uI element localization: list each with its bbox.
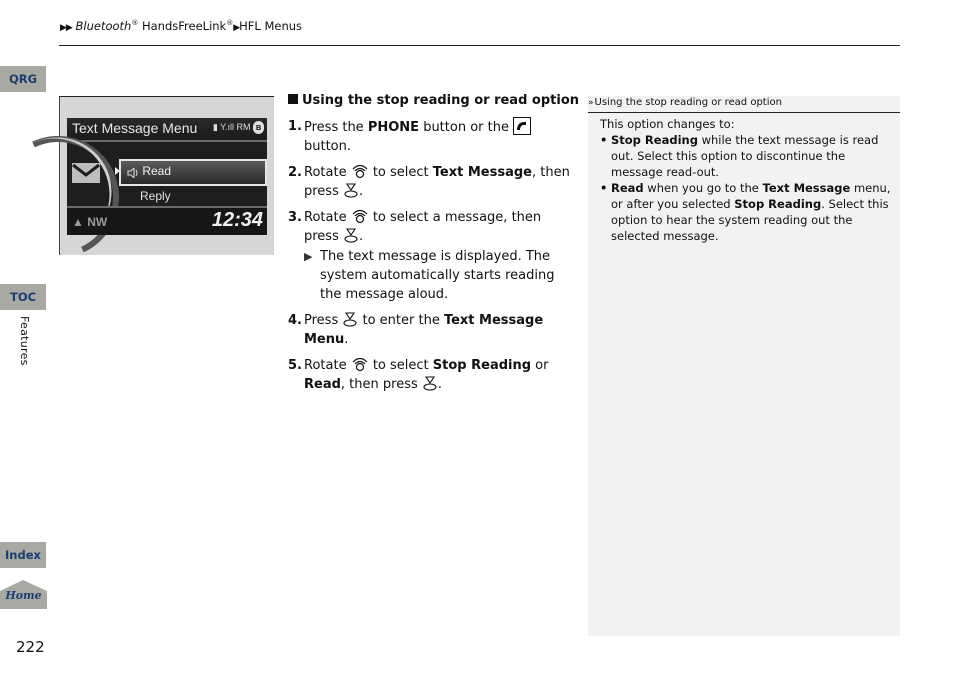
phone-icon (513, 117, 532, 135)
note-bullet-read: • Read when you go to the Text Message m… (600, 180, 894, 244)
rotate-knob-icon (352, 209, 368, 224)
notes-panel: » Using the stop reading or read option T… (588, 96, 900, 636)
breadcrumb: ▶▶ Bluetooth® HandsFreeLink®▶HFL Menus (60, 19, 302, 33)
notes-header-text: Using the stop reading or read option (594, 97, 782, 108)
display-screen: Text Message Menu ▮ Y.ıll RM ʙ Read Repl… (0, 115, 267, 276)
menu-item-read: Read (115, 159, 267, 186)
step-text: to select (368, 165, 433, 180)
result-text: The text message is displayed. The syste… (320, 249, 555, 302)
menu-name: Text Message (762, 181, 851, 195)
step-text: Rotate (304, 165, 351, 180)
rotate-knob-icon (352, 357, 368, 372)
press-knob-icon (344, 228, 358, 243)
notes-header: » Using the stop reading or read option (588, 96, 900, 113)
option-name: Stop Reading (611, 133, 698, 147)
bullet-icon: • (600, 133, 608, 147)
notes-body: This option changes to: • Stop Reading w… (600, 116, 894, 244)
screen-title: Text Message Menu (72, 120, 198, 136)
step-result: ▶ The text message is displayed. The sys… (304, 247, 578, 304)
compass-heading: ▲ NW (72, 215, 108, 229)
section-label: Features (18, 316, 31, 366)
status-icons: ▮ Y.ıll RM ʙ (213, 121, 264, 134)
breadcrumb-arrows: ▶▶ (60, 23, 73, 33)
clock: 12:34 (211, 209, 263, 231)
header-divider (59, 45, 900, 46)
menu-name: Text Message (432, 165, 532, 180)
press-knob-icon (343, 312, 357, 327)
step-text: . (437, 377, 443, 392)
step-text: . (359, 184, 364, 199)
speaker-icon (127, 168, 138, 178)
qrg-tab[interactable]: QRG (0, 66, 46, 92)
index-tab[interactable]: Index (0, 542, 46, 568)
toc-tab[interactable]: TOC (0, 284, 46, 310)
signal-status: ▮ Y.ıll RM (212, 121, 251, 132)
notes-intro: This option changes to: (600, 117, 735, 131)
envelope-icon (72, 163, 100, 183)
result-arrow-icon: ▶ (304, 250, 313, 263)
section-heading-text: Using the stop reading or read option (302, 93, 580, 108)
step-text: button or the (419, 120, 514, 135)
step-number: 1. (288, 119, 302, 134)
breadcrumb-bluetooth[interactable]: Bluetooth (76, 19, 132, 33)
note-bullet-stop-reading: • Stop Reading while the text message is… (600, 132, 894, 180)
press-knob-icon (344, 183, 358, 198)
press-knob-icon (423, 376, 437, 391)
breadcrumb-handsfreelink[interactable]: HandsFreeLink (138, 19, 226, 33)
square-bullet-icon (288, 94, 298, 104)
page-number: 222 (16, 638, 45, 656)
step-text: then press (345, 377, 422, 392)
section-heading: Using the stop reading or read option (288, 91, 580, 110)
step-text: Press (304, 313, 343, 328)
home-tab[interactable]: Home (0, 580, 47, 609)
home-label: Home (5, 589, 42, 602)
breadcrumb-hfl-menus[interactable]: HFL Menus (239, 19, 302, 33)
step-text: . (359, 229, 364, 244)
double-arrow-icon: » (588, 98, 593, 108)
step-number: 5. (288, 358, 302, 373)
read-text: Read (142, 164, 172, 178)
step-text: or (531, 358, 549, 373)
screen-bottom-bar: ▲ NW 12:34 (67, 206, 267, 235)
step-number: 4. (288, 313, 302, 328)
step-number: 2. (288, 165, 302, 180)
menu-item-reply: Reply (140, 189, 171, 203)
procedure: Using the stop reading or read option 1.… (288, 91, 580, 394)
step-text: Press the (304, 120, 368, 135)
option-name: Read (304, 377, 341, 392)
option-name: Stop Reading (734, 197, 822, 211)
selection-arrow-icon (115, 167, 120, 175)
step-text: Rotate (304, 358, 351, 373)
bluetooth-icon: ʙ (253, 121, 264, 134)
option-name: Read (611, 181, 644, 195)
menu-item-read-label: Read (127, 164, 171, 178)
step-2: 2. Rotate to select Text Message, then p… (288, 163, 578, 201)
step-text: Rotate (304, 210, 351, 225)
step-text: to select (368, 358, 433, 373)
step-4: 4. Press to enter the Text Message Menu. (288, 311, 578, 349)
step-3: 3. Rotate to select a message, then pres… (288, 208, 578, 304)
rotate-knob-icon (352, 164, 368, 179)
option-name: Stop Reading (432, 358, 532, 373)
step-number: 3. (288, 210, 302, 225)
step-text: . (344, 332, 349, 347)
screen-illustration: Text Message Menu ▮ Y.ıll RM ʙ Read Repl… (0, 96, 274, 276)
screen-title-bar: Text Message Menu ▮ Y.ıll RM ʙ (67, 118, 267, 142)
step-text: to enter the (358, 313, 444, 328)
step-1: 1. Press the PHONE button or the button. (288, 117, 578, 156)
step-text: button. (304, 139, 352, 154)
bullet-icon: • (600, 181, 608, 195)
step-5: 5. Rotate to select Stop Reading or Read… (288, 356, 578, 394)
note-text: when you go to the (643, 181, 763, 195)
phone-button-label: PHONE (367, 120, 420, 135)
